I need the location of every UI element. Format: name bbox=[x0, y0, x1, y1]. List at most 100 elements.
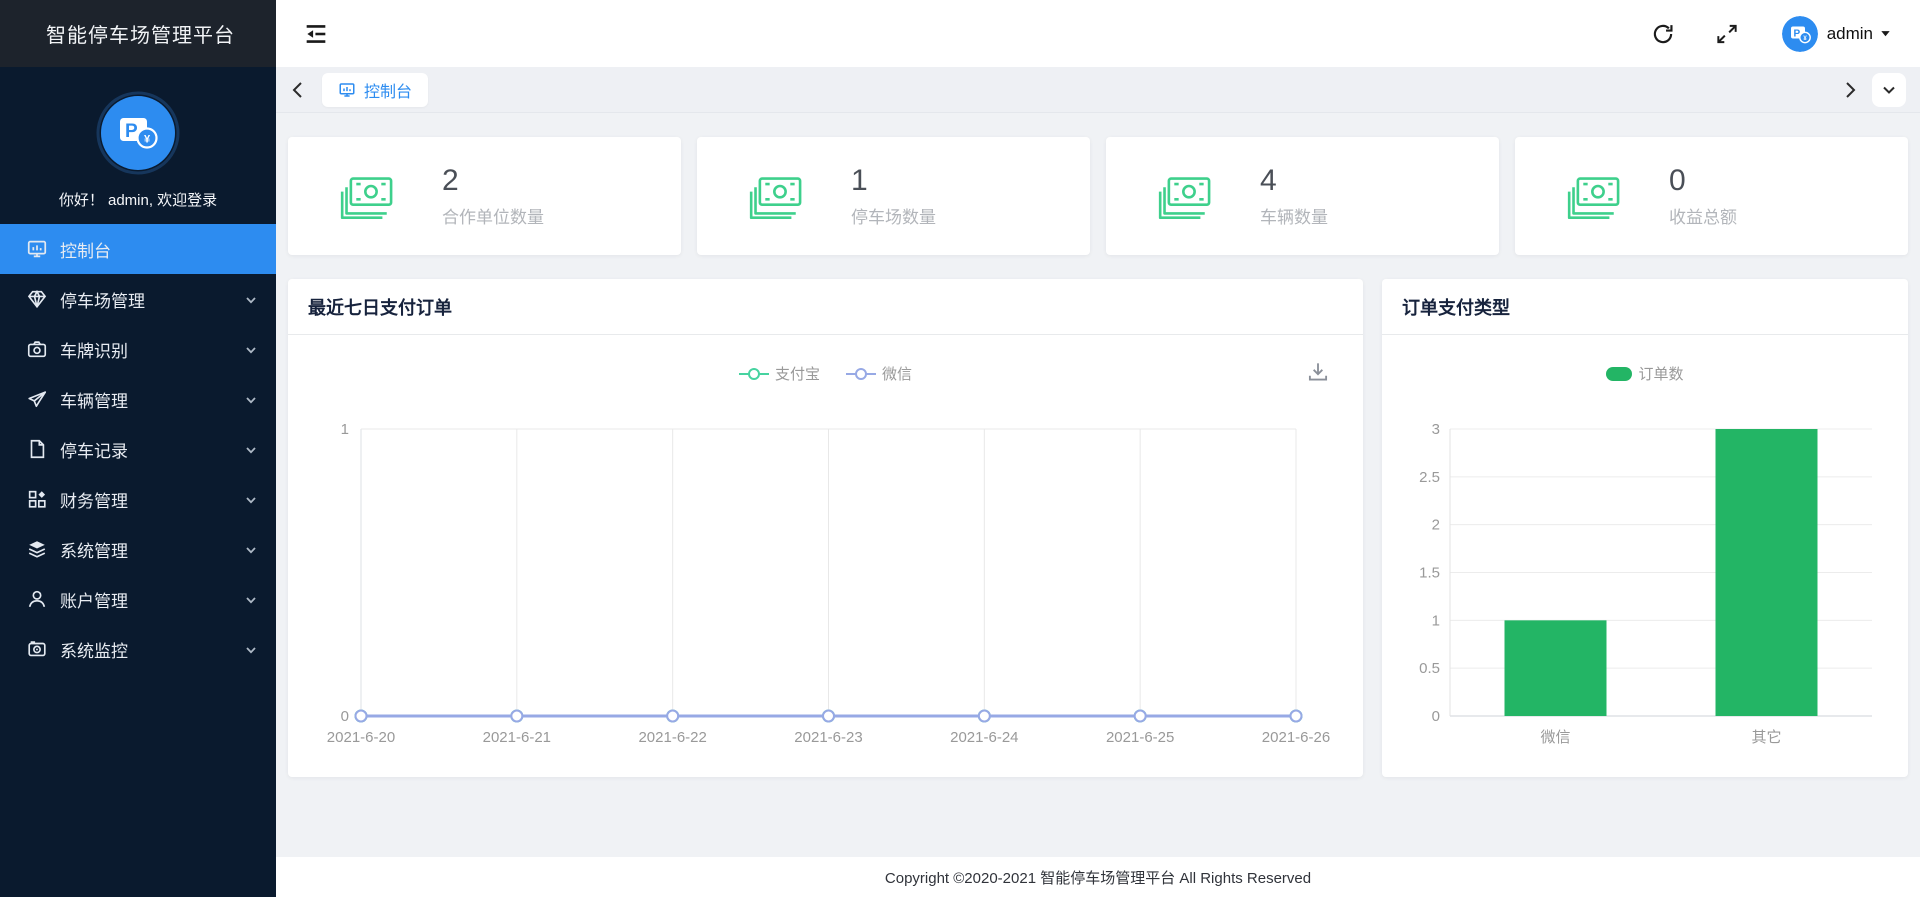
legend-swatch bbox=[1606, 367, 1632, 381]
sidebar-item-plate[interactable]: 车牌识别 bbox=[0, 324, 276, 374]
sidebar-item-label: 账户管理 bbox=[60, 587, 128, 612]
svg-text:¥: ¥ bbox=[144, 134, 151, 146]
bar-chart-legend: 订单数 bbox=[1382, 363, 1908, 384]
refresh-icon[interactable] bbox=[1650, 21, 1676, 47]
chevron-down-icon bbox=[244, 392, 258, 406]
money-icon bbox=[1152, 171, 1214, 221]
line-chart-legend: 支付宝 微信 bbox=[288, 363, 1363, 384]
chevron-down-icon bbox=[244, 592, 258, 606]
dashboard-icon bbox=[26, 238, 48, 260]
sidebar-collapse-icon[interactable] bbox=[302, 20, 330, 48]
stat-value: 0 bbox=[1669, 164, 1737, 199]
layers-icon bbox=[26, 538, 48, 560]
legend-label: 订单数 bbox=[1638, 363, 1683, 384]
user-menu-caret-icon[interactable] bbox=[1879, 27, 1892, 40]
bar-chart-card: 订单支付类型 订单数 00.511.522.53微信其它 bbox=[1382, 279, 1908, 777]
svg-text:2.5: 2.5 bbox=[1419, 469, 1440, 486]
stat-label: 收益总额 bbox=[1669, 203, 1737, 228]
download-icon[interactable] bbox=[1305, 359, 1331, 385]
sidebar-item-label: 财务管理 bbox=[60, 487, 128, 512]
sidebar-item-parking[interactable]: 停车场管理 bbox=[0, 274, 276, 324]
sidebar-item-monitor[interactable]: 系统监控 bbox=[0, 624, 276, 674]
app-logo: P ¥ bbox=[0, 91, 276, 175]
legend-item-微信[interactable]: 微信 bbox=[846, 363, 912, 384]
svg-text:0: 0 bbox=[1432, 708, 1440, 725]
legend-line-marker bbox=[846, 367, 876, 381]
legend-label: 支付宝 bbox=[775, 363, 820, 384]
svg-text:2: 2 bbox=[1432, 517, 1440, 534]
content: 2 合作单位数量 1 停车场数量 4 车辆数量 bbox=[276, 113, 1920, 857]
fullscreen-icon[interactable] bbox=[1714, 21, 1740, 47]
legend-item-支付宝[interactable]: 支付宝 bbox=[739, 363, 820, 384]
sidebar-item-dashboard[interactable]: 控制台 bbox=[0, 224, 276, 274]
stat-value: 1 bbox=[851, 164, 936, 199]
tab-dashboard[interactable]: 控制台 bbox=[322, 73, 428, 107]
svg-text:2021-6-23: 2021-6-23 bbox=[794, 729, 862, 746]
svg-text:其它: 其它 bbox=[1751, 728, 1781, 746]
sidebar-item-label: 停车记录 bbox=[60, 437, 128, 462]
svg-text:1: 1 bbox=[1432, 612, 1440, 629]
stat-value: 2 bbox=[442, 164, 544, 199]
svg-text:P: P bbox=[125, 121, 138, 142]
tabbar: 控制台 bbox=[276, 67, 1920, 113]
webcam-icon bbox=[26, 638, 48, 660]
grid-icon bbox=[26, 488, 48, 510]
line-chart-card: 最近七日支付订单 支付宝微信 012021-6-202021-6-212021-… bbox=[288, 279, 1363, 777]
svg-text:2021-6-22: 2021-6-22 bbox=[638, 729, 706, 746]
username[interactable]: admin bbox=[1827, 24, 1873, 44]
svg-text:0: 0 bbox=[341, 708, 349, 725]
sidebar-menu: 控制台停车场管理车牌识别车辆管理停车记录财务管理系统管理账户管理系统监控 bbox=[0, 224, 276, 674]
sidebar-item-vehicle[interactable]: 车辆管理 bbox=[0, 374, 276, 424]
sidebar-item-finance[interactable]: 财务管理 bbox=[0, 474, 276, 524]
gem-icon bbox=[26, 288, 48, 310]
tab-label: 控制台 bbox=[364, 78, 412, 102]
sidebar-item-records[interactable]: 停车记录 bbox=[0, 424, 276, 474]
user-icon bbox=[26, 588, 48, 610]
dashboard-icon bbox=[338, 81, 356, 99]
tabs-scroll-right-icon[interactable] bbox=[1840, 80, 1860, 100]
stat-label: 合作单位数量 bbox=[442, 203, 544, 228]
stat-card-parkinglots: 1 停车场数量 bbox=[697, 137, 1090, 255]
chevron-down-icon bbox=[244, 292, 258, 306]
app-title: 智能停车场管理平台 bbox=[0, 0, 276, 67]
legend-item-订单数[interactable]: 订单数 bbox=[1606, 363, 1683, 384]
sidebar-item-label: 停车场管理 bbox=[60, 287, 145, 312]
user-avatar[interactable]: P ¥ bbox=[1782, 16, 1818, 52]
money-icon bbox=[334, 171, 396, 221]
svg-text:微信: 微信 bbox=[1540, 729, 1570, 746]
svg-text:2021-6-20: 2021-6-20 bbox=[327, 729, 395, 746]
camera-icon bbox=[26, 338, 48, 360]
money-icon bbox=[743, 171, 805, 221]
welcome-text: 你好！ admin, 欢迎登录 bbox=[0, 189, 276, 210]
chevron-down-icon bbox=[244, 342, 258, 356]
line-chart-plot: 012021-6-202021-6-212021-6-222021-6-2320… bbox=[288, 421, 1348, 761]
stat-cards-row: 2 合作单位数量 1 停车场数量 4 车辆数量 bbox=[288, 137, 1908, 255]
charts-row: 最近七日支付订单 支付宝微信 012021-6-202021-6-212021-… bbox=[288, 279, 1908, 777]
sidebar-item-label: 车辆管理 bbox=[60, 387, 128, 412]
send-icon bbox=[26, 388, 48, 410]
svg-text:0.5: 0.5 bbox=[1419, 660, 1440, 677]
tabs-scroll-left-icon[interactable] bbox=[288, 80, 308, 100]
bar-chart-plot: 0 0.5 1 1.5 2 2.5 3 微信 其它 bbox=[1382, 421, 1908, 761]
sidebar-item-label: 系统管理 bbox=[60, 537, 128, 562]
sidebar: 智能停车场管理平台 P ¥ 你好！ admin, 欢迎登录 控制台停车场管理车牌… bbox=[0, 0, 276, 897]
main-area: P ¥ admin bbox=[276, 0, 1920, 897]
topbar: P ¥ admin bbox=[276, 0, 1920, 67]
footer-copyright: Copyright ©2020-2021 智能停车场管理平台 All Right… bbox=[276, 857, 1920, 897]
svg-text:2021-6-26: 2021-6-26 bbox=[1262, 729, 1330, 746]
svg-text:1.5: 1.5 bbox=[1419, 565, 1440, 582]
legend-label: 微信 bbox=[882, 363, 912, 384]
stat-label: 车辆数量 bbox=[1260, 203, 1328, 228]
sidebar-item-label: 车牌识别 bbox=[60, 337, 128, 362]
chevron-down-icon bbox=[244, 442, 258, 456]
stat-card-partners: 2 合作单位数量 bbox=[288, 137, 681, 255]
svg-text:1: 1 bbox=[341, 421, 349, 438]
chevron-down-icon bbox=[244, 542, 258, 556]
sidebar-item-account[interactable]: 账户管理 bbox=[0, 574, 276, 624]
sidebar-item-system[interactable]: 系统管理 bbox=[0, 524, 276, 574]
tabs-menu-button[interactable] bbox=[1872, 73, 1906, 107]
stat-card-revenue: 0 收益总额 bbox=[1515, 137, 1908, 255]
stat-card-vehicles: 4 车辆数量 bbox=[1106, 137, 1499, 255]
line-chart-body: 支付宝微信 012021-6-202021-6-212021-6-222021-… bbox=[288, 335, 1363, 776]
svg-text:3: 3 bbox=[1432, 421, 1440, 438]
